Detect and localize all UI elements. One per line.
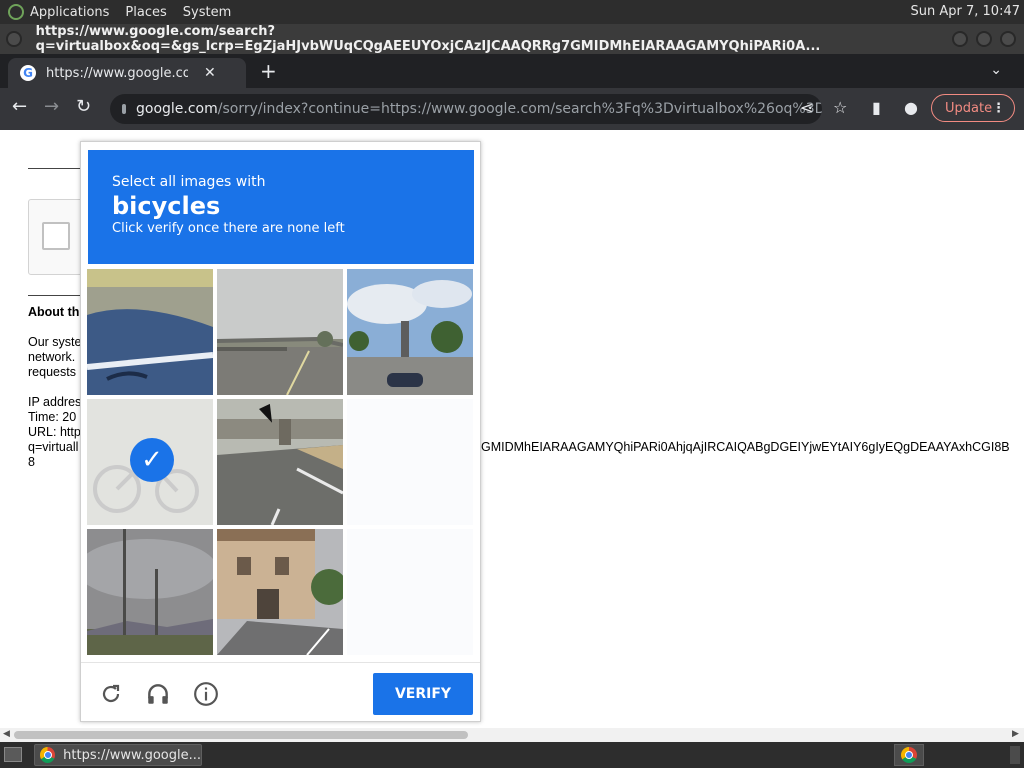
- tab-title: https://www.google.com/sear: [46, 65, 188, 81]
- url-tail-text: GMIDMhEIARAAGAMYQhiPARi0AhjqAjIRCAIQABgD…: [481, 440, 1010, 454]
- tab-strip: G https://www.google.com/sear ✕ + ⌄: [0, 54, 1024, 88]
- reload-icon[interactable]: ↻: [76, 96, 91, 117]
- share-icon[interactable]: ⋖: [800, 98, 813, 117]
- forward-arrow-icon[interactable]: →: [44, 96, 59, 117]
- reload-icon[interactable]: [97, 680, 125, 708]
- image-tile-5[interactable]: [217, 399, 343, 525]
- image-tile-1[interactable]: [87, 269, 213, 395]
- meta-time: Time: 20: [28, 410, 77, 424]
- back-arrow-icon[interactable]: ←: [12, 96, 27, 117]
- selected-check-icon: ✓: [130, 438, 174, 482]
- divider: [28, 295, 80, 296]
- image-tile-2[interactable]: [217, 269, 343, 395]
- meta-ip: IP addres: [28, 395, 82, 409]
- taskbar-chrome-window[interactable]: https://www.google...: [34, 744, 202, 766]
- challenge-header: Select all images with bicycles Click ve…: [88, 150, 474, 264]
- image-tile-6[interactable]: [347, 399, 473, 525]
- menu-system[interactable]: System: [183, 5, 231, 20]
- about-heading: About th: [28, 305, 80, 319]
- headphones-icon[interactable]: [144, 680, 172, 708]
- info-icon[interactable]: [192, 680, 220, 708]
- divider: [28, 168, 80, 169]
- menu-applications[interactable]: Applications: [30, 5, 109, 20]
- image-tile-8[interactable]: [217, 529, 343, 655]
- scroll-left-arrow-icon[interactable]: ◀: [3, 729, 10, 739]
- browser-toolbar: ← → ↻ google.com /sorry/index?continue=h…: [0, 88, 1024, 130]
- chrome-icon: [40, 747, 56, 763]
- gnome-logo-icon[interactable]: [8, 4, 24, 20]
- scroll-right-arrow-icon[interactable]: ▶: [1012, 729, 1019, 739]
- workspace-switcher[interactable]: [1010, 746, 1020, 764]
- url-host: google.com: [136, 101, 218, 117]
- menu-places[interactable]: Places: [125, 5, 166, 20]
- window-title: https://www.google.com/search?q=virtualb…: [35, 24, 821, 54]
- image-tile-3[interactable]: [347, 269, 473, 395]
- more-menu-icon[interactable]: ⋮: [992, 101, 1005, 116]
- captcha-challenge: Select all images with bicycles Click ve…: [80, 141, 481, 722]
- bottom-taskbar: https://www.google...: [0, 742, 1024, 768]
- top-panel: Applications Places System Sun Apr 7, 10…: [0, 0, 1024, 24]
- close-window-button[interactable]: [1000, 31, 1016, 47]
- url-path: /sorry/index?continue=https://www.google…: [217, 101, 822, 117]
- address-bar[interactable]: google.com /sorry/index?continue=https:/…: [110, 94, 822, 124]
- minimize-button[interactable]: [952, 31, 968, 47]
- google-favicon-icon: G: [20, 65, 36, 81]
- tab-google-search[interactable]: G https://www.google.com/sear ✕: [8, 58, 246, 88]
- tab-search-chevron-icon[interactable]: ⌄: [990, 62, 1002, 78]
- new-tab-button[interactable]: +: [260, 59, 277, 83]
- body-line: requests: [28, 365, 76, 379]
- task-label: https://www.google...: [63, 747, 201, 763]
- lock-icon[interactable]: [122, 104, 126, 114]
- meta-url: URL: http: [28, 425, 81, 439]
- meta-query: q=virtuall: [28, 440, 79, 454]
- clock[interactable]: Sun Apr 7, 10:47: [911, 4, 1020, 19]
- body-line: Our syste: [28, 335, 82, 349]
- image-tile-7[interactable]: [87, 529, 213, 655]
- recaptcha-widget: [28, 199, 88, 275]
- side-panel-icon[interactable]: ▮: [872, 98, 881, 117]
- update-button[interactable]: Update ⋮: [931, 94, 1015, 122]
- tray-chrome-icon[interactable]: [894, 744, 924, 766]
- horizontal-scrollbar[interactable]: ◀ ▶: [0, 728, 1024, 742]
- tab-close-icon[interactable]: ✕: [204, 65, 216, 81]
- window-menu-button[interactable]: [6, 31, 22, 47]
- profile-avatar-icon[interactable]: ●: [904, 98, 918, 117]
- recaptcha-checkbox[interactable]: [42, 222, 70, 250]
- target-object: bicycles: [112, 192, 221, 220]
- image-tile-9[interactable]: [347, 529, 473, 655]
- chrome-icon: [901, 747, 917, 763]
- verify-button[interactable]: VERIFY: [373, 673, 473, 715]
- instruction-text: Select all images with: [112, 174, 266, 190]
- instruction-subtext: Click verify once there are none left: [112, 221, 345, 236]
- footer-divider: [81, 662, 480, 663]
- window-titlebar: https://www.google.com/search?q=virtualb…: [0, 24, 1024, 54]
- bookmark-star-icon[interactable]: ☆: [833, 98, 847, 117]
- meta-tail: 8: [28, 455, 35, 469]
- body-line: network.: [28, 350, 76, 364]
- maximize-button[interactable]: [976, 31, 992, 47]
- show-desktop-icon[interactable]: [4, 747, 22, 762]
- scrollbar-thumb[interactable]: [14, 731, 468, 739]
- update-label: Update: [945, 100, 993, 116]
